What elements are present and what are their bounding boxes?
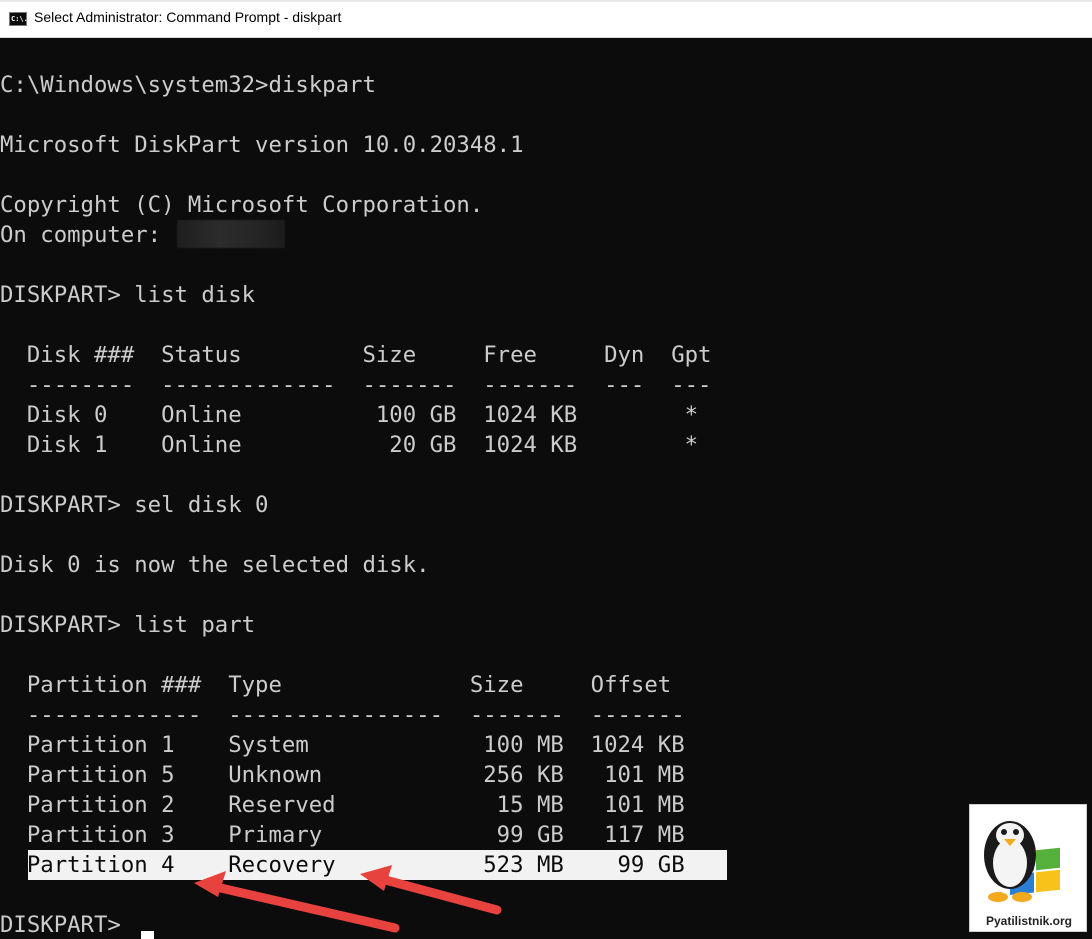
console-line: DISKPART> list disk xyxy=(0,282,256,308)
command-prompt-icon-glyph: C:\. xyxy=(11,15,28,23)
title-bar[interactable]: C:\. Select Administrator: Command Promp… xyxy=(0,0,1092,38)
console-line: Partition 5 Unknown 256 KB 101 MB xyxy=(0,762,685,788)
console-line: Disk ### Status Size Free Dyn Gpt xyxy=(0,342,712,368)
console-line: Partition 4 Recovery 523 MB 99 GB xyxy=(0,852,685,878)
console-line: Copyright (C) Microsoft Corporation. xyxy=(0,192,484,218)
command-prompt-icon[interactable]: C:\. xyxy=(9,12,28,26)
console-line: Disk 0 Online 100 GB 1024 KB * xyxy=(0,402,699,428)
console-line: Microsoft DiskPart version 10.0.20348.1 xyxy=(0,132,524,158)
console-line: C:\Windows\system32>diskpart xyxy=(0,72,376,98)
console-line: DISKPART> sel disk 0 xyxy=(0,492,269,518)
console-line: Partition 2 Reserved 15 MB 101 MB xyxy=(0,792,685,818)
penguin-windows-logo xyxy=(984,821,1060,902)
text-cursor xyxy=(141,931,154,939)
console-line: Disk 0 is now the selected disk. xyxy=(0,552,430,578)
console-line: Partition 1 System 100 MB 1024 KB xyxy=(0,732,685,758)
watermark-text: Pyatilistnik.org xyxy=(985,914,1073,928)
console-line: On computer: xyxy=(0,222,175,248)
console-line: Disk 1 Online 20 GB 1024 KB * xyxy=(0,432,699,458)
title-bar-top-edge xyxy=(0,0,1092,2)
console-line: Partition ### Type Size Offset xyxy=(0,672,672,698)
console-line: -------- ------------- ------- ------- -… xyxy=(0,372,712,398)
console-line: ------------- ---------------- ------- -… xyxy=(0,702,685,728)
console-line: Partition 3 Primary 99 GB 117 MB xyxy=(0,822,685,848)
console-output[interactable]: C:\Windows\system32>diskpart Microsoft Di… xyxy=(0,38,1092,939)
window-title: Select Administrator: Command Prompt - d… xyxy=(34,9,342,25)
watermark-logo: Pyatilistnik.org xyxy=(969,804,1087,932)
redacted-computer-name xyxy=(177,220,285,248)
console-line: DISKPART> xyxy=(0,912,135,938)
console-line: DISKPART> list part xyxy=(0,612,256,638)
